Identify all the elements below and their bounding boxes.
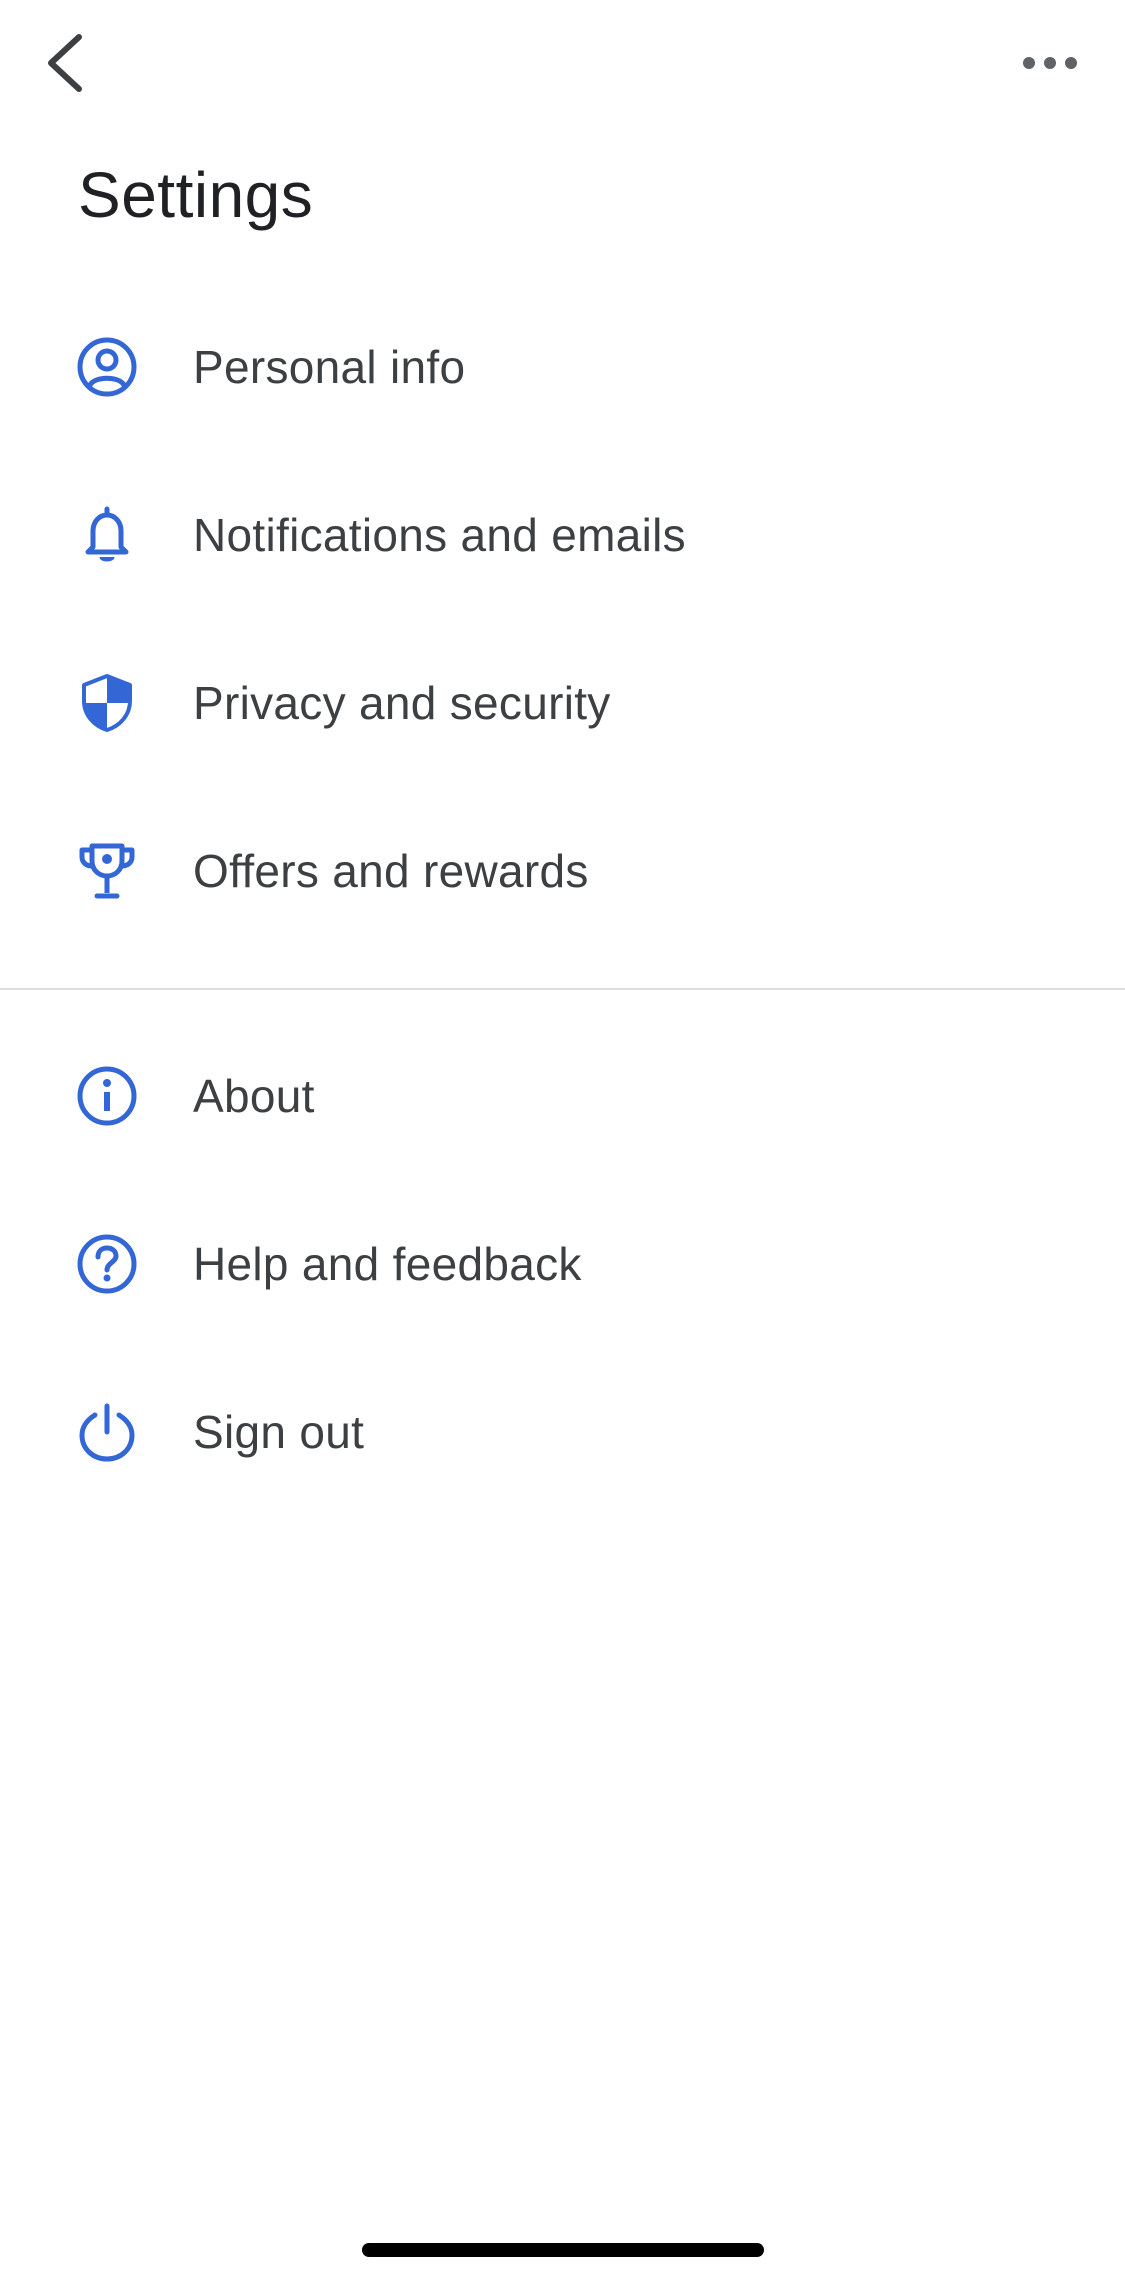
menu-item-notifications-and-emails[interactable]: Notifications and emails	[0, 451, 1125, 619]
menu-item-personal-info[interactable]: Personal info	[0, 283, 1125, 451]
more-options-button[interactable]	[1005, 28, 1095, 98]
menu-item-label: Personal info	[193, 341, 466, 393]
top-bar	[0, 0, 1125, 130]
menu-item-label: Offers and rewards	[193, 845, 589, 897]
menu-item-label: About	[193, 1070, 315, 1122]
menu-item-label: Notifications and emails	[193, 509, 686, 561]
help-icon	[75, 1232, 139, 1296]
info-icon	[75, 1064, 139, 1128]
account-circle-icon	[75, 335, 139, 399]
menu-item-sign-out[interactable]: Sign out	[0, 1348, 1125, 1516]
more-horizontal-icon	[1023, 57, 1077, 69]
section-divider	[0, 988, 1125, 990]
shield-icon	[75, 671, 139, 735]
menu-item-label: Privacy and security	[193, 677, 611, 729]
menu-item-help-and-feedback[interactable]: Help and feedback	[0, 1180, 1125, 1348]
chevron-left-icon	[48, 34, 82, 92]
home-indicator[interactable]	[362, 2243, 764, 2257]
menu-item-about[interactable]: About	[0, 1012, 1125, 1180]
menu-item-privacy-and-security[interactable]: Privacy and security	[0, 619, 1125, 787]
power-icon	[75, 1400, 139, 1464]
back-button[interactable]	[30, 18, 100, 108]
menu-item-offers-and-rewards[interactable]: Offers and rewards	[0, 787, 1125, 955]
settings-menu-secondary: About Help and feedback Sign out	[0, 1012, 1125, 1516]
menu-item-label: Sign out	[193, 1406, 365, 1458]
trophy-icon	[75, 839, 139, 903]
settings-menu-primary: Personal info Notifications and emails P…	[0, 283, 1125, 955]
bell-icon	[75, 503, 139, 567]
menu-item-label: Help and feedback	[193, 1238, 582, 1290]
page-title: Settings	[78, 159, 314, 231]
